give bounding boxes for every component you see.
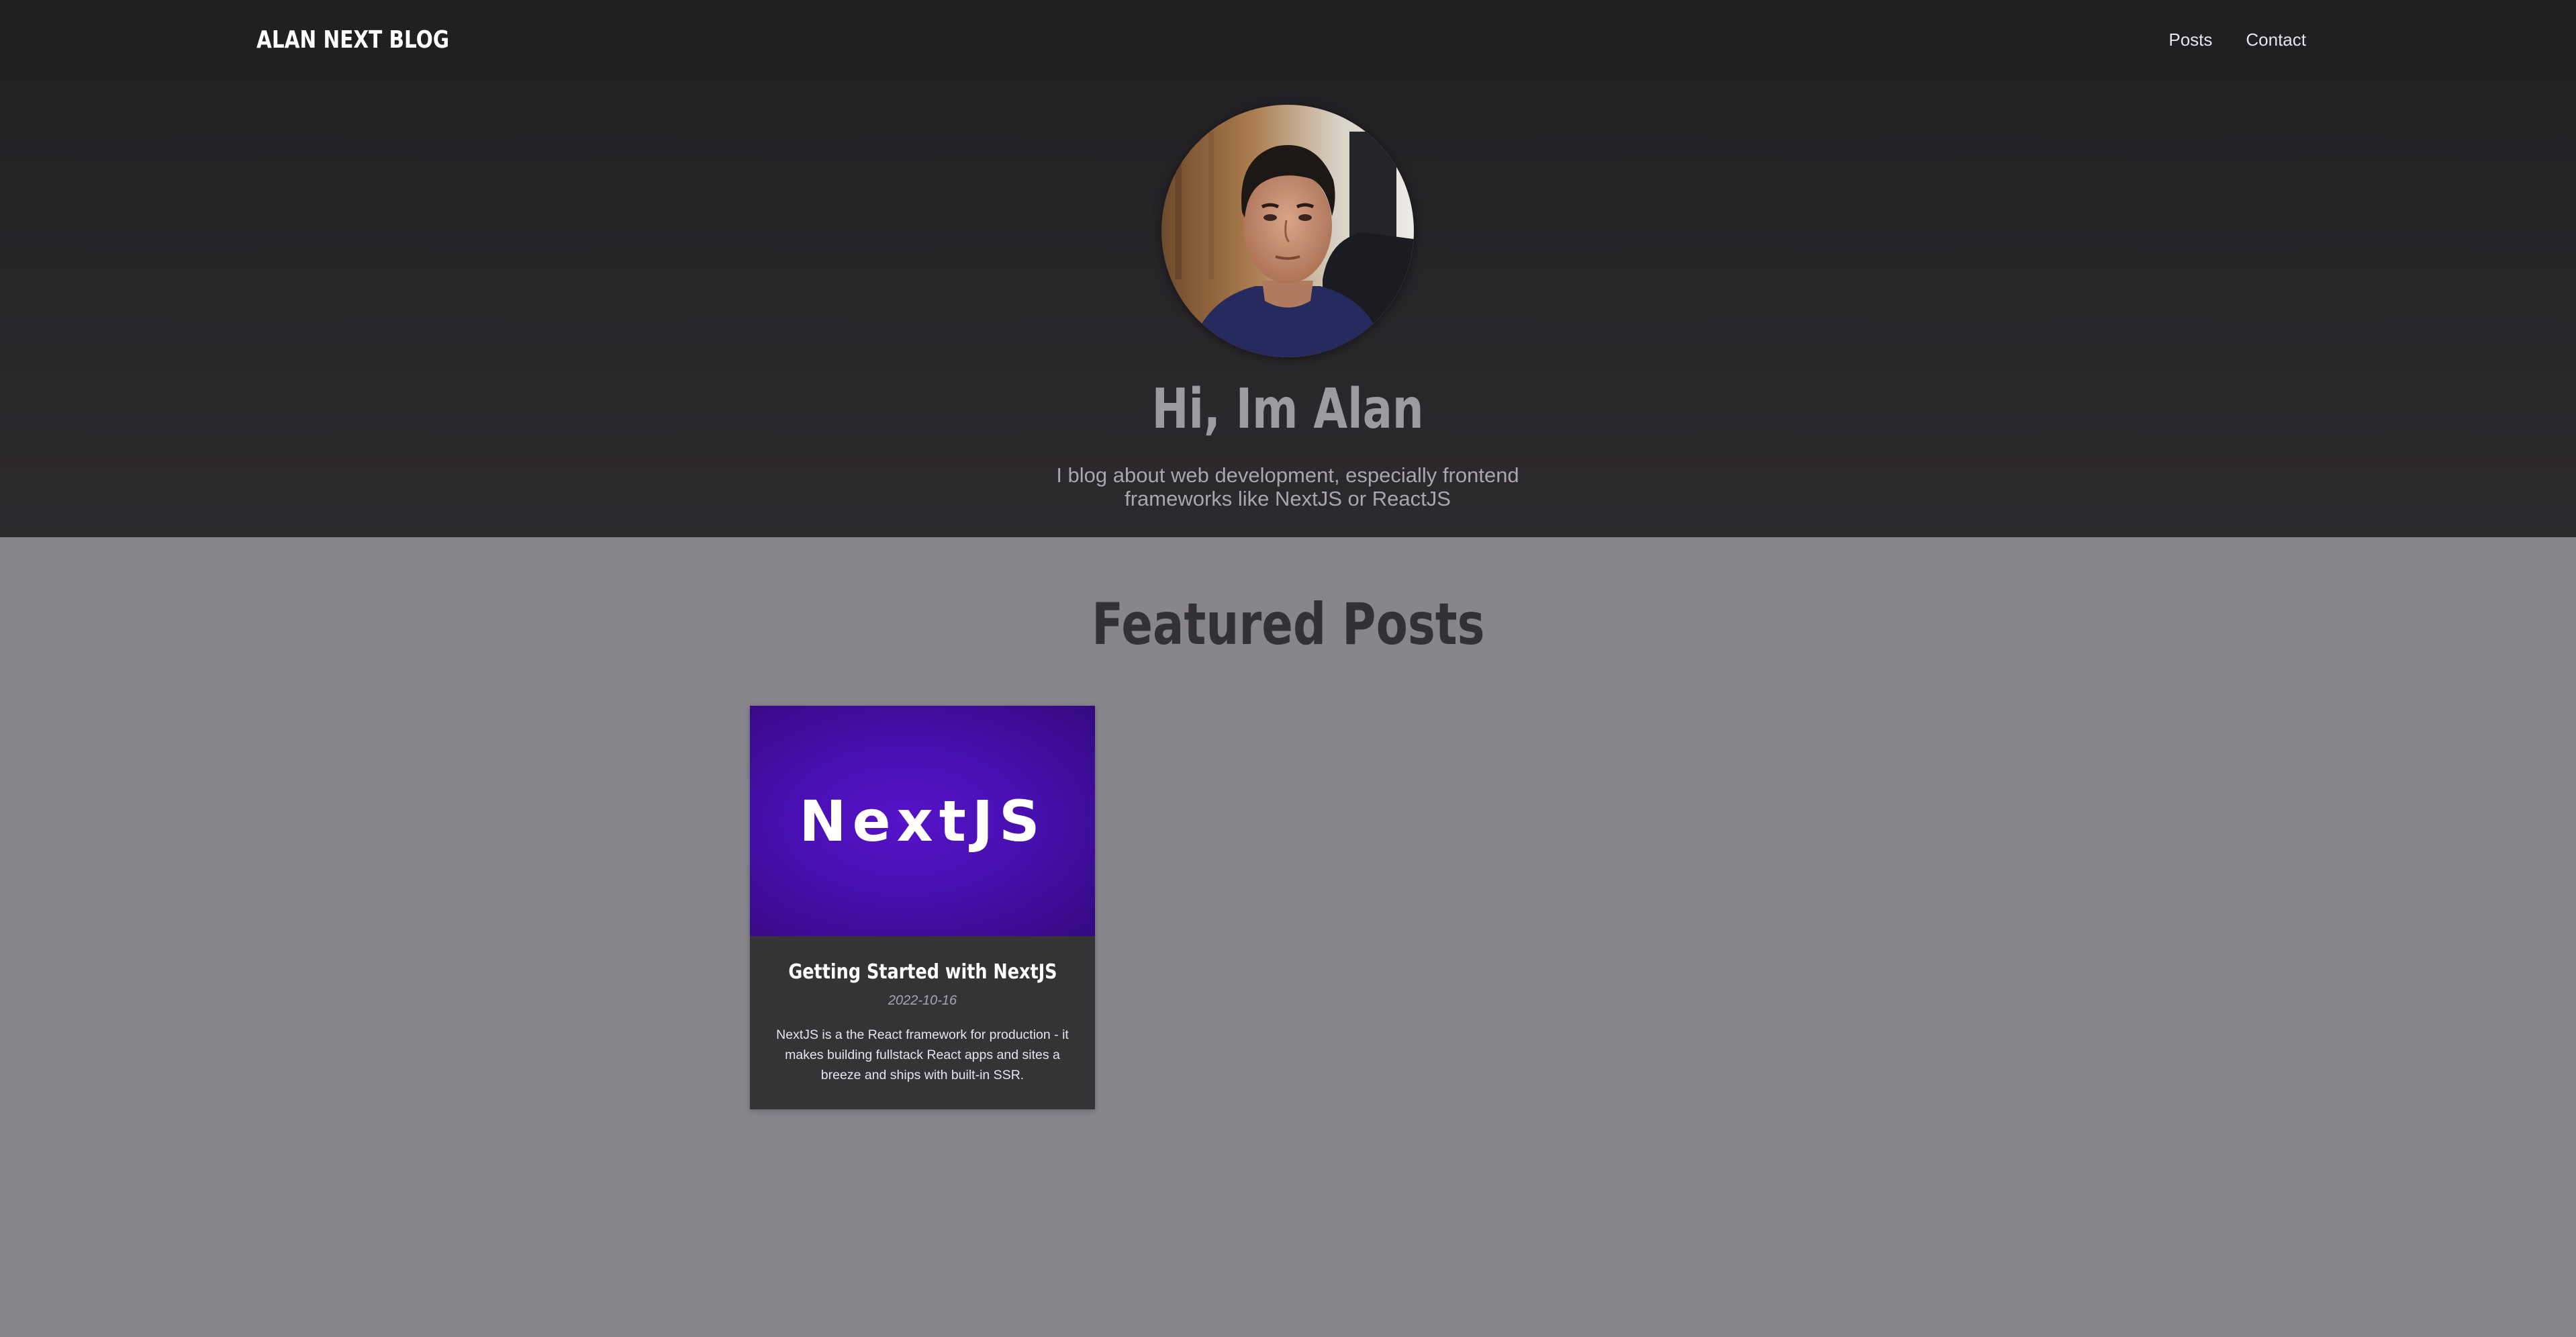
post-card[interactable]: NextJS Getting Started with NextJS 2022-… [750, 706, 1095, 1109]
featured-posts-heading: Featured Posts [1091, 591, 1485, 658]
nav-link-posts[interactable]: Posts [2168, 30, 2212, 50]
main-nav: Posts Contact [2168, 30, 2306, 50]
hero-subtitle: I blog about web development, especially… [1056, 463, 1519, 510]
profile-avatar [1161, 105, 1414, 357]
hero-title: Hi, Im Alan [1152, 377, 1424, 441]
post-date: 2022-10-16 [888, 993, 957, 1008]
hero-section: Hi, Im Alan I blog about web development… [0, 79, 2576, 537]
post-excerpt: NextJS is a the React framework for prod… [776, 1027, 1069, 1082]
site-header: ALAN NEXT BLOG Posts Contact [0, 0, 2576, 79]
post-title[interactable]: Getting Started with NextJS [750, 936, 1095, 986]
post-thumbnail: NextJS [750, 706, 1095, 936]
nav-link-contact[interactable]: Contact [2246, 30, 2306, 50]
post-thumbnail-label: NextJS [799, 788, 1046, 854]
site-logo[interactable]: ALAN NEXT BLOG [256, 26, 449, 54]
